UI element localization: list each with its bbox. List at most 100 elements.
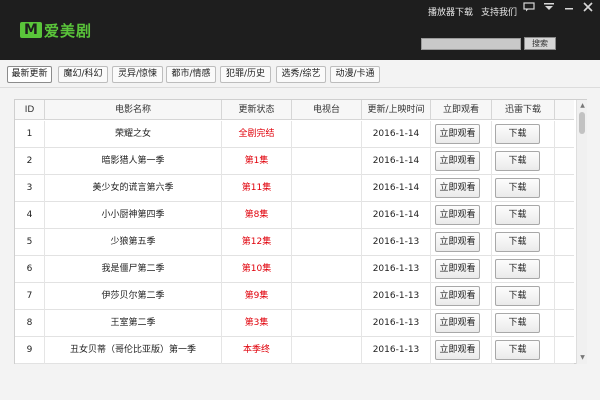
watch-now-button[interactable]: 立即观看 [435,286,480,306]
download-button[interactable]: 下载 [495,340,540,360]
cell-channel [292,148,362,175]
cell-date: 2016-1-13 [362,337,431,364]
download-button[interactable]: 下载 [495,205,540,225]
cell-id: 2 [15,148,45,175]
cell-date: 2016-1-13 [362,229,431,256]
tab-urban-romance[interactable]: 都市/情感 [166,66,216,83]
cell-id: 4 [15,202,45,229]
cell-date: 2016-1-14 [362,148,431,175]
cell-date: 2016-1-14 [362,175,431,202]
cell-status: 第10集 [222,256,292,283]
cell-id: 7 [15,283,45,310]
cell-status: 第3集 [222,310,292,337]
cell-status: 第9集 [222,283,292,310]
cell-name: 荣耀之女 [45,121,222,148]
download-button[interactable]: 下载 [495,286,540,306]
download-button[interactable]: 下载 [495,232,540,252]
download-button[interactable]: 下载 [495,259,540,279]
table-row: 9 丑女贝蒂（哥伦比亚版）第一季 本季终 2016-1-13 立即观看 下载 [15,337,574,364]
cell-id: 8 [15,310,45,337]
logo-mark: M [20,22,42,38]
category-tabs: 最新更新 魔幻/科幻 灵异/惊悚 都市/情感 犯罪/历史 选秀/综艺 动漫/卡通 [0,60,600,88]
table-row: 2 暗影猎人第一季 第1集 2016-1-14 立即观看 下载 [15,148,574,175]
column-header-date: 更新/上映时间 [362,100,431,120]
search-input[interactable] [421,38,521,50]
scroll-up-arrow-icon[interactable]: ▲ [578,101,587,111]
cell-id: 3 [15,175,45,202]
table-row: 1 荣耀之女 全剧完结 2016-1-14 立即观看 下载 [15,121,574,148]
download-button[interactable]: 下载 [495,313,540,333]
cell-name: 丑女贝蒂（哥伦比亚版）第一季 [45,337,222,364]
close-icon[interactable] [580,2,596,16]
scroll-down-arrow-icon[interactable]: ▼ [578,353,587,363]
support-us-link[interactable]: 支持我们 [481,5,517,18]
chat-icon[interactable] [521,2,537,16]
cell-channel [292,121,362,148]
watch-now-button[interactable]: 立即观看 [435,178,480,198]
cell-status: 第12集 [222,229,292,256]
column-header-id: ID [15,100,45,120]
cell-date: 2016-1-13 [362,283,431,310]
search-button[interactable]: 搜索 [524,37,556,50]
scroll-thumb[interactable] [579,112,585,134]
watch-now-button[interactable]: 立即观看 [435,124,480,144]
cell-id: 6 [15,256,45,283]
cell-date: 2016-1-14 [362,121,431,148]
cell-date: 2016-1-14 [362,202,431,229]
table-row: 4 小小厨神第四季 第8集 2016-1-14 立即观看 下载 [15,202,574,229]
column-header-channel: 电视台 [292,100,362,120]
cell-name: 美少女的谎言第六季 [45,175,222,202]
cell-channel [292,202,362,229]
app-logo: M 爱美剧 [20,20,92,40]
vertical-scrollbar[interactable]: ▲ ▼ [576,100,587,364]
cell-channel [292,310,362,337]
watch-now-button[interactable]: 立即观看 [435,340,480,360]
table-header: ID 电影名称 更新状态 电视台 更新/上映时间 立即观看 迅雷下载 [15,100,574,120]
cell-status: 第1集 [222,148,292,175]
cell-status: 第11集 [222,175,292,202]
cell-name: 小小厨神第四季 [45,202,222,229]
cell-channel [292,337,362,364]
tab-fantasy-scifi[interactable]: 魔幻/科幻 [58,66,108,83]
cell-name: 王室第二季 [45,310,222,337]
cell-id: 9 [15,337,45,364]
column-header-name: 电影名称 [45,100,222,120]
tab-crime-history[interactable]: 犯罪/历史 [220,66,271,83]
tab-talent-variety[interactable]: 选秀/综艺 [276,66,326,83]
cell-id: 5 [15,229,45,256]
watch-now-button[interactable]: 立即观看 [435,313,480,333]
tab-latest[interactable]: 最新更新 [7,66,52,83]
cell-date: 2016-1-13 [362,310,431,337]
cell-status: 全剧完结 [222,121,292,148]
cell-channel [292,175,362,202]
column-header-download: 迅雷下载 [492,100,555,120]
watch-now-button[interactable]: 立即观看 [435,151,480,171]
minimize-icon[interactable] [561,2,577,16]
watch-now-button[interactable]: 立即观看 [435,232,480,252]
download-button[interactable]: 下载 [495,151,540,171]
cell-status: 第8集 [222,202,292,229]
cell-channel [292,256,362,283]
cell-status: 本季终 [222,337,292,364]
table-row: 6 我是僵尸第二季 第10集 2016-1-13 立即观看 下载 [15,256,574,283]
download-button[interactable]: 下载 [495,124,540,144]
logo-text: 爱美剧 [44,21,93,40]
drama-table: ID 电影名称 更新状态 电视台 更新/上映时间 立即观看 迅雷下载 1 荣耀之女… [14,99,587,364]
cell-id: 1 [15,121,45,148]
title-bar: M 爱美剧 播放器下载 支持我们 搜索 [0,0,600,60]
player-download-link[interactable]: 播放器下载 [428,5,473,18]
cell-name: 少狼第五季 [45,229,222,256]
menu-icon[interactable] [541,2,557,16]
watch-now-button[interactable]: 立即观看 [435,259,480,279]
cell-name: 伊莎贝尔第二季 [45,283,222,310]
tab-anime-cartoon[interactable]: 动漫/卡通 [330,66,380,83]
cell-name: 暗影猎人第一季 [45,148,222,175]
cell-date: 2016-1-13 [362,256,431,283]
cell-name: 我是僵尸第二季 [45,256,222,283]
tab-supernatural-thriller[interactable]: 灵异/惊悚 [112,66,163,83]
download-button[interactable]: 下载 [495,178,540,198]
cell-channel [292,283,362,310]
column-header-watch: 立即观看 [431,100,492,120]
table-row: 3 美少女的谎言第六季 第11集 2016-1-14 立即观看 下载 [15,175,574,202]
watch-now-button[interactable]: 立即观看 [435,205,480,225]
